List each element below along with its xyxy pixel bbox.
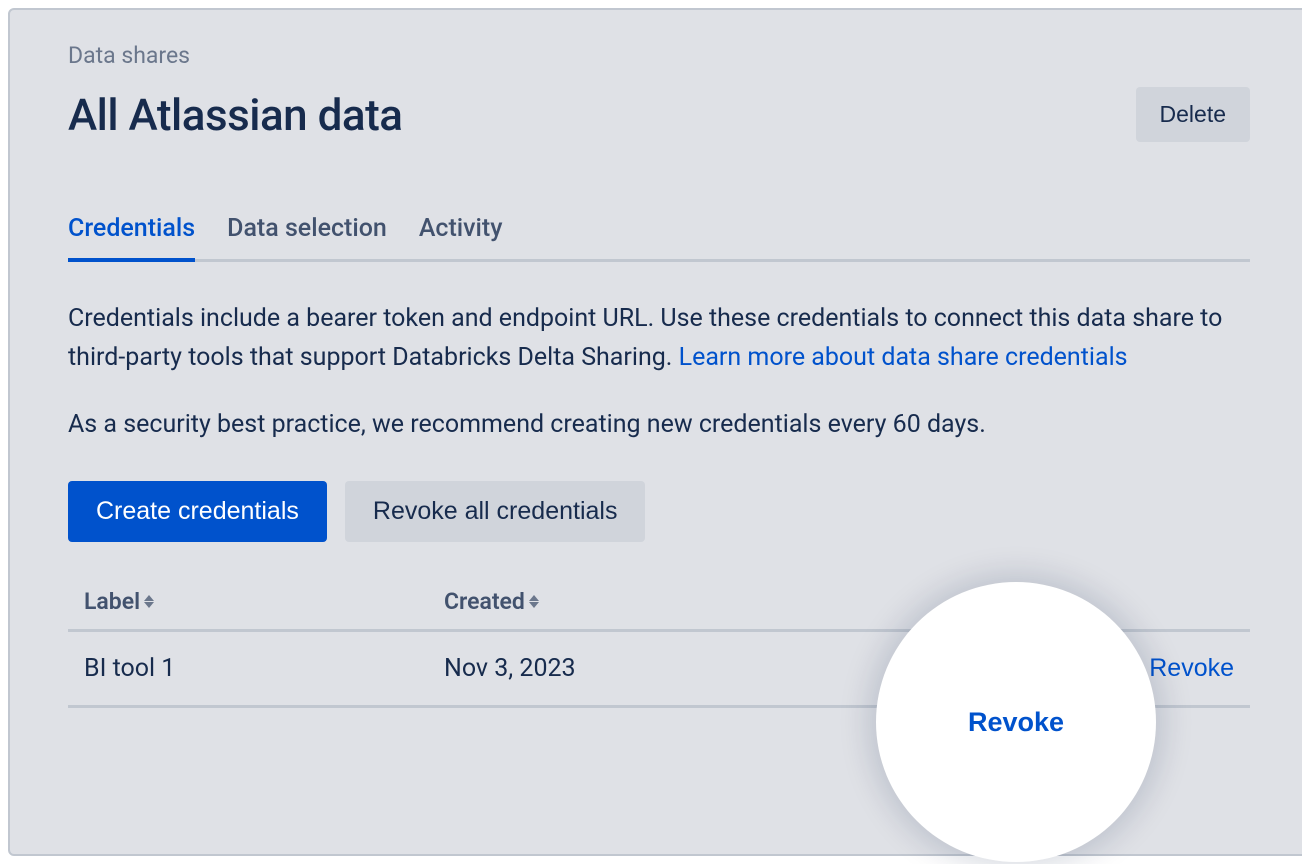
cell-action: Revoke <box>1034 654 1234 683</box>
breadcrumb[interactable]: Data shares <box>68 42 1250 69</box>
learn-more-link[interactable]: Learn more about data share credentials <box>679 343 1128 372</box>
revoke-button[interactable]: Revoke <box>1149 654 1234 683</box>
column-header-created-text: Created <box>444 588 525 615</box>
tab-credentials[interactable]: Credentials <box>68 214 195 259</box>
column-header-label-text: Label <box>84 588 140 615</box>
tab-activity[interactable]: Activity <box>419 214 503 259</box>
column-header-label[interactable]: Label <box>84 588 444 615</box>
create-credentials-button[interactable]: Create credentials <box>68 481 327 542</box>
delete-button[interactable]: Delete <box>1136 87 1250 142</box>
credentials-description: Credentials include a bearer token and e… <box>68 300 1250 378</box>
cell-label: BI tool 1 <box>84 654 444 683</box>
cell-created: Nov 3, 2023 <box>444 654 1034 683</box>
sort-icon <box>529 595 539 608</box>
revoke-button-highlighted[interactable]: Revoke <box>968 707 1064 738</box>
column-header-created[interactable]: Created <box>444 588 1234 615</box>
table-row: BI tool 1 Nov 3, 2023 Revoke <box>68 632 1250 708</box>
tabs: Credentials Data selection Activity <box>68 214 1250 262</box>
table-header: Label Created <box>68 574 1250 632</box>
security-note: As a security best practice, we recommen… <box>68 410 1250 439</box>
tab-data-selection[interactable]: Data selection <box>227 214 387 259</box>
revoke-all-button[interactable]: Revoke all credentials <box>345 481 646 542</box>
page-title: All Atlassian data <box>68 89 402 141</box>
credentials-table: Label Created BI tool 1 Nov 3, 2023 Revo… <box>68 574 1250 708</box>
sort-icon <box>144 595 154 608</box>
